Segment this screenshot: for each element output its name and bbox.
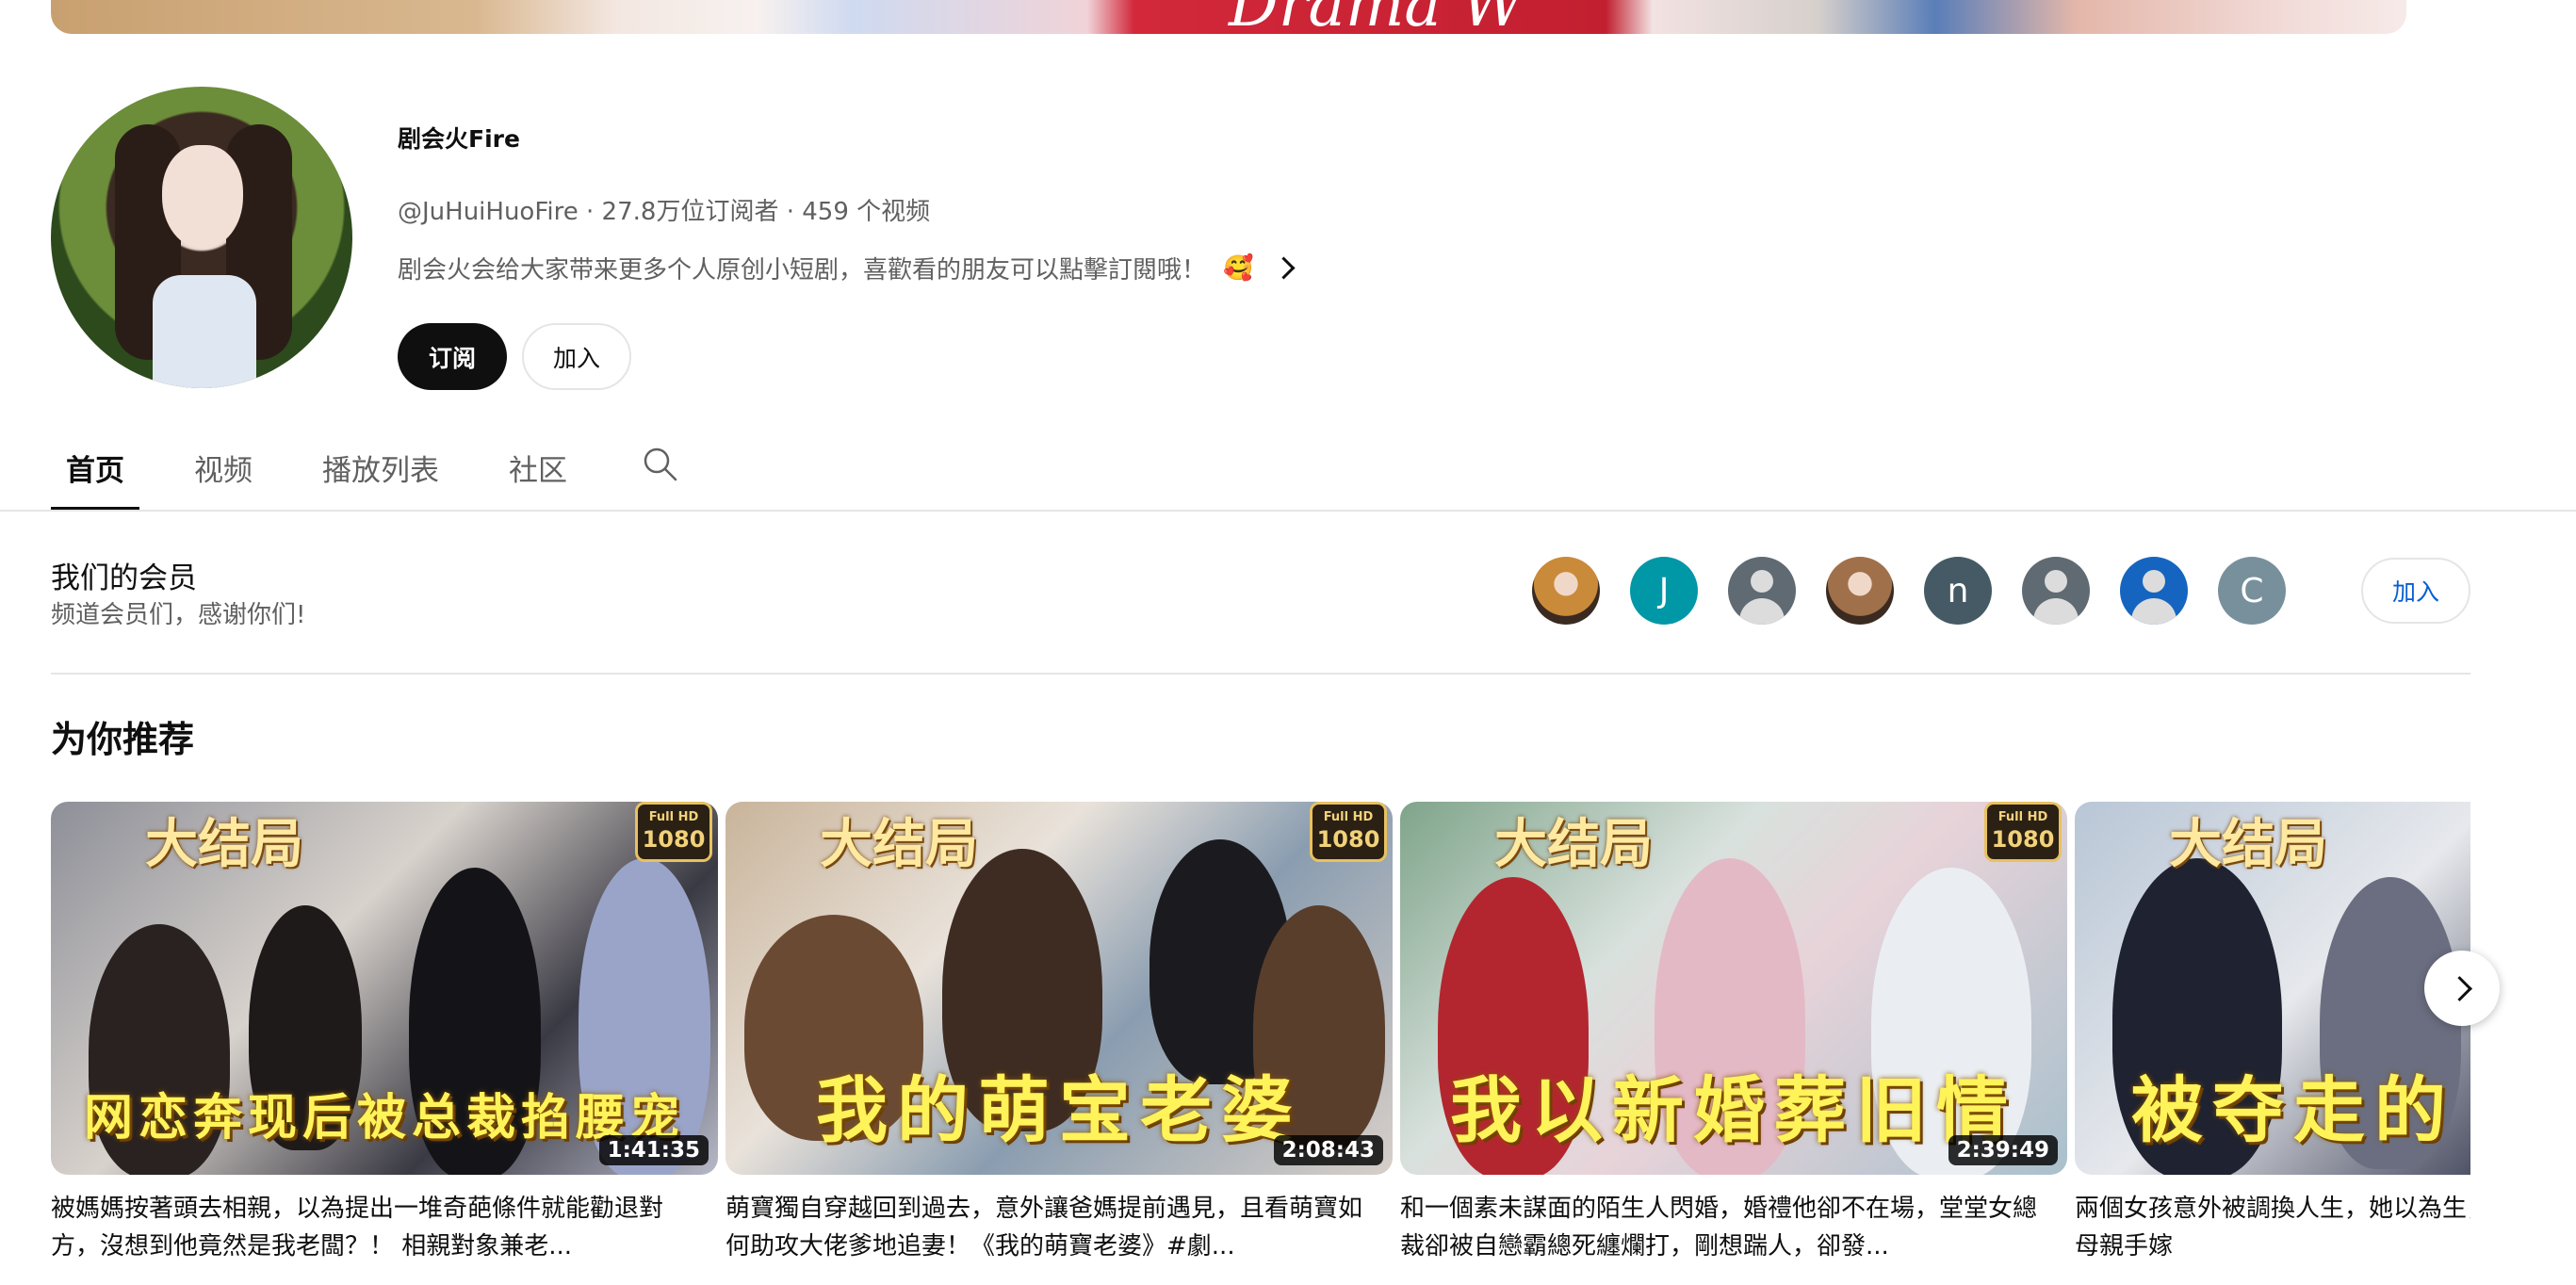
- finale-badge: 大结局: [145, 813, 303, 875]
- finale-badge: 大结局: [820, 813, 978, 875]
- section-title-recommended: 为你推荐: [51, 719, 195, 760]
- meta-separator: ·: [586, 198, 595, 226]
- video-count: 459 个视频: [802, 198, 931, 226]
- channel-meta: @JuHuiHuoFire · 27.8万位订阅者 · 459 个视频: [398, 192, 930, 227]
- member-avatar-letter[interactable]: n: [1924, 557, 1992, 625]
- video-card[interactable]: 大结局 Full HD 1080 我的萌宝老婆 2:08:43 萌寶獨自穿越回到過…: [726, 802, 1393, 1265]
- member-avatar-photo[interactable]: [1826, 557, 1894, 625]
- member-avatar-letter[interactable]: J: [1630, 557, 1698, 625]
- description-emoji: 🥰: [1223, 253, 1254, 283]
- finale-badge: 大结局: [2169, 813, 2327, 875]
- meta-separator: ·: [786, 198, 794, 226]
- video-title[interactable]: 被媽媽按著頭去相親，以為提出一堆奇葩條件就能勸退對方，沒想到他竟然是我老闆？！ …: [51, 1190, 701, 1265]
- tab-home[interactable]: 首页: [51, 424, 139, 511]
- members-join-button[interactable]: 加入: [2361, 558, 2470, 624]
- chevron-right-icon[interactable]: [1272, 256, 1296, 280]
- channel-banner: Drama W: [51, 0, 2406, 34]
- member-avatar-default[interactable]: [2120, 557, 2188, 625]
- video-thumbnail[interactable]: 大结局 被夺走的: [2075, 802, 2470, 1175]
- member-avatar-default[interactable]: [1728, 557, 1796, 625]
- thumbnail-title: 被夺走的: [2131, 1068, 2455, 1152]
- member-avatar-letter[interactable]: C: [2218, 557, 2286, 625]
- video-thumbnail[interactable]: 大结局 Full HD 1080 我的萌宝老婆 2:08:43: [726, 802, 1393, 1175]
- members-title: 我们的会员: [51, 561, 197, 595]
- tab-videos[interactable]: 视频: [179, 424, 268, 511]
- hd-badge: Full HD 1080: [1984, 802, 2062, 862]
- video-card[interactable]: 大结局 Full HD 1080 网恋奔现后被总裁掐腰宠 1:41:35 被媽媽按…: [51, 802, 718, 1265]
- description-text: 剧会火会给大家带来更多个人原创小短剧，喜歡看的朋友可以點擊訂閱哦！: [398, 256, 1207, 285]
- video-title[interactable]: 和一個素未謀面的陌生人閃婚，婚禮他卻不在場，堂堂女總裁卻被自戀霸總死纏爛打，剛想…: [1400, 1190, 2050, 1265]
- video-title[interactable]: 兩個女孩意外被調換人生，她以為生，百般愧疚，卻被養父母親手嫁: [2075, 1190, 2470, 1265]
- member-avatar-photo[interactable]: [1532, 557, 1600, 625]
- subscribe-button[interactable]: 订阅: [398, 323, 507, 390]
- channel-description[interactable]: 剧会火会给大家带来更多个人原创小短剧，喜歡看的朋友可以點擊訂閱哦！ 🥰: [398, 251, 1296, 285]
- video-shelf: 大结局 Full HD 1080 网恋奔现后被总裁掐腰宠 1:41:35 被媽媽按…: [51, 802, 2470, 1285]
- hd-badge: Full HD 1080: [1310, 802, 1387, 862]
- shelf-next-button[interactable]: [2424, 951, 2500, 1026]
- section-divider: [51, 673, 2470, 675]
- tab-playlists[interactable]: 播放列表: [307, 424, 454, 511]
- search-icon[interactable]: [641, 445, 678, 482]
- hd-badge: Full HD 1080: [635, 802, 712, 862]
- channel-avatar[interactable]: [51, 87, 352, 388]
- video-title[interactable]: 萌寶獨自穿越回到過去，意外讓爸媽提前遇見，且看萌寶如何助攻大佬爹地追妻！《我的萌…: [726, 1190, 1376, 1265]
- video-thumbnail[interactable]: 大结局 Full HD 1080 网恋奔现后被总裁掐腰宠 1:41:35: [51, 802, 718, 1175]
- video-card[interactable]: 大结局 被夺走的 兩個女孩意外被調換人生，她以為生，百般愧疚，卻被養父母親手嫁: [2075, 802, 2470, 1265]
- banner-text: Drama W: [1229, 0, 1525, 34]
- video-thumbnail[interactable]: 大结局 Full HD 1080 我以新婚葬旧情 2:39:49: [1400, 802, 2067, 1175]
- subscriber-count: 27.8万位订阅者: [601, 198, 779, 226]
- video-card[interactable]: 大结局 Full HD 1080 我以新婚葬旧情 2:39:49 和一個素未謀面的…: [1400, 802, 2067, 1265]
- tab-community[interactable]: 社区: [494, 424, 582, 511]
- members-subtitle: 频道会员们，感谢你们!: [51, 601, 306, 629]
- chevron-right-icon: [2446, 975, 2472, 1001]
- member-avatar-default[interactable]: [2022, 557, 2090, 625]
- finale-badge: 大结局: [1494, 813, 1653, 875]
- join-button[interactable]: 加入: [522, 323, 631, 390]
- channel-tabs: 首页 视频 播放列表 社区: [51, 424, 622, 511]
- channel-name: 剧会火Fire: [398, 125, 520, 153]
- duration-badge: 2:39:49: [1948, 1135, 2058, 1165]
- channel-handle: @JuHuiHuoFire: [398, 198, 579, 226]
- tabs-divider: [0, 510, 2576, 512]
- duration-badge: 2:08:43: [1273, 1135, 1383, 1165]
- duration-badge: 1:41:35: [598, 1135, 709, 1165]
